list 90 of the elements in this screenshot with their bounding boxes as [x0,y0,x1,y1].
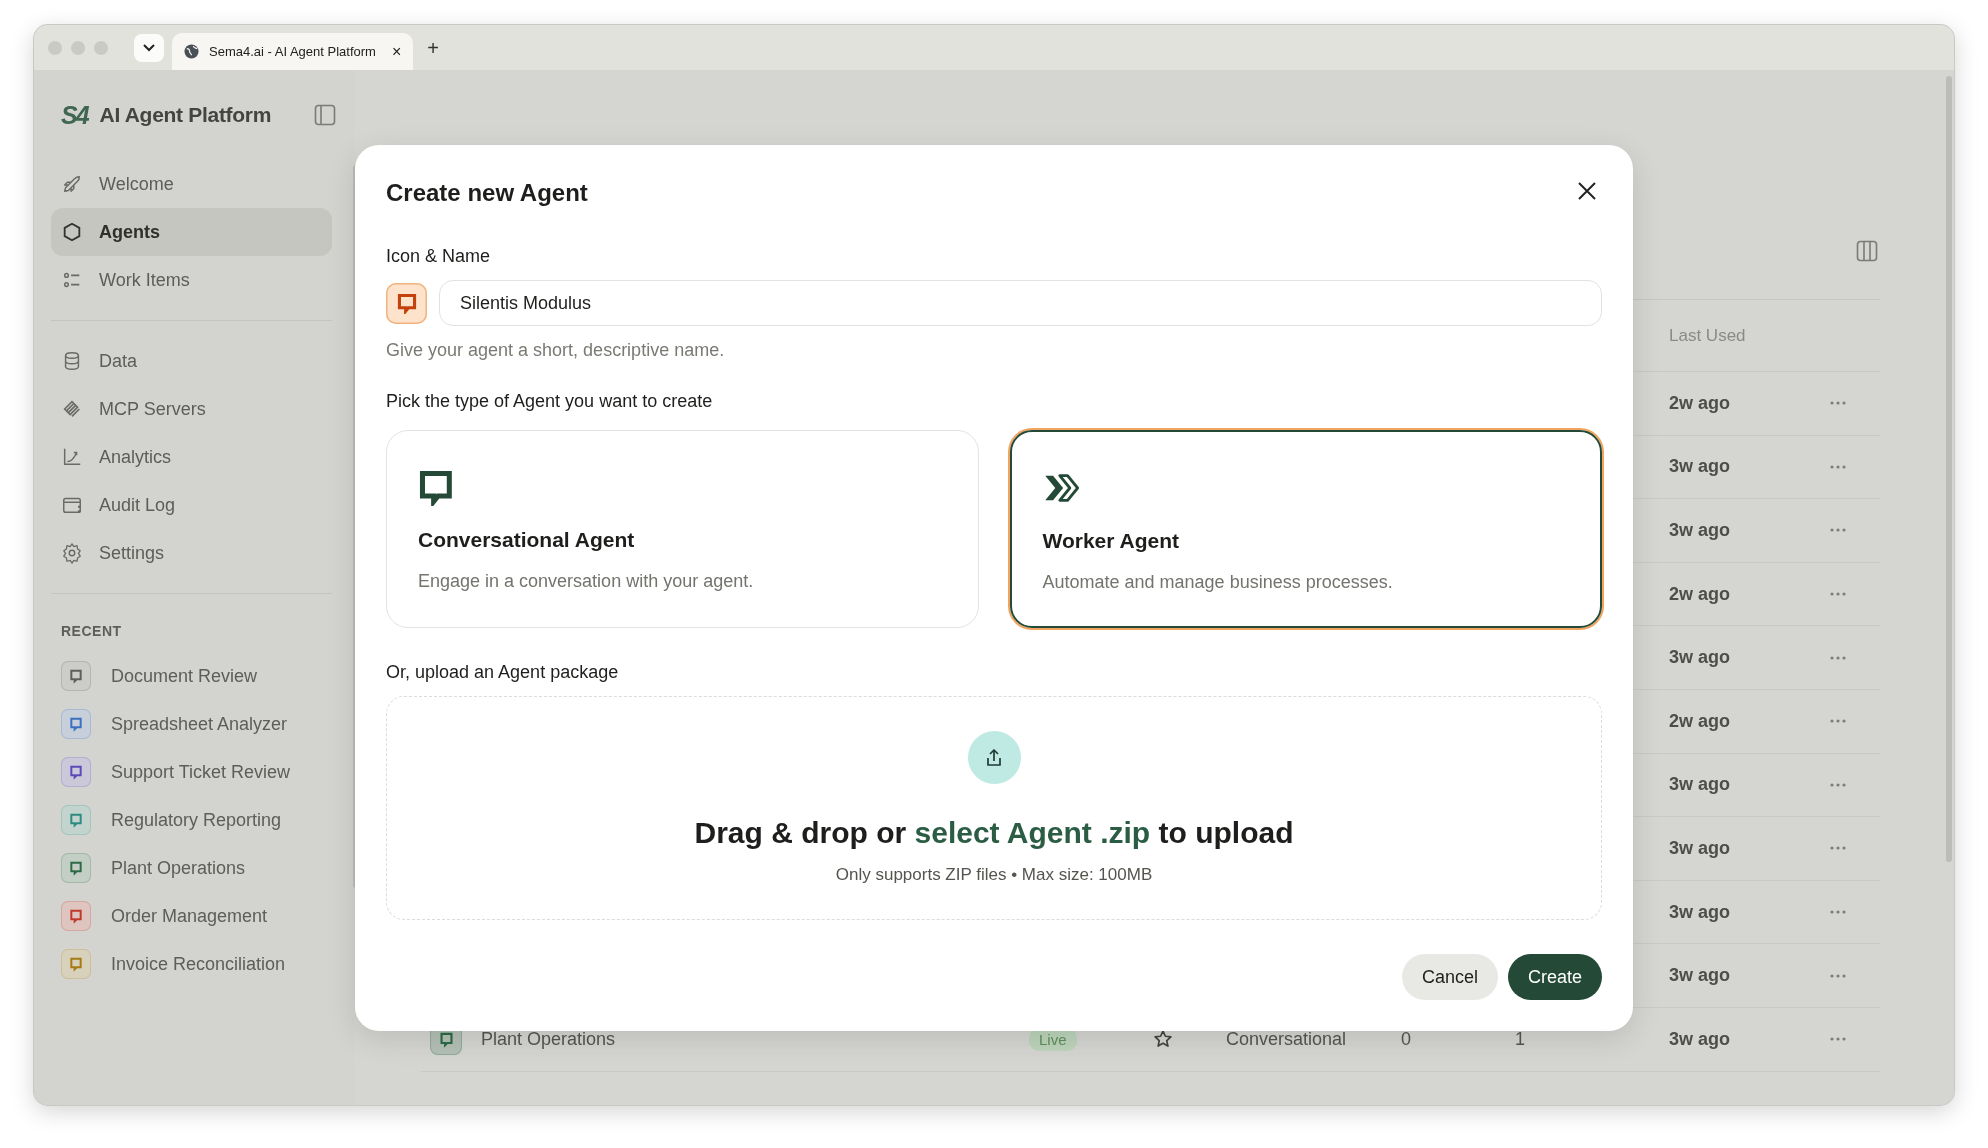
more-icon[interactable] [1830,528,1846,533]
table-cell-text: 3w ago [1669,965,1731,987]
more-icon[interactable] [1830,846,1846,851]
nav-item[interactable]: Data [51,337,332,385]
globe-icon [184,44,199,59]
logo: S4 [61,100,88,130]
table-cell-text: 3w ago [1669,520,1731,541]
agent-icon [61,901,91,931]
more-icon[interactable] [1830,655,1846,660]
tab-title: Sema4.ai - AI Agent Platform [209,44,376,59]
agent-icon [61,709,91,739]
nav-item[interactable]: Welcome [51,160,332,208]
column-header: Last Used [1669,325,1747,346]
recent-agent-item[interactable]: Plant Operations [51,844,332,892]
card-title: Conversational Agent [418,527,636,553]
nav-item[interactable]: Analytics [51,433,332,481]
select-file-link[interactable]: select Agent .zip [914,816,1151,849]
scrollbar-thumb[interactable] [1946,76,1952,862]
agent-type-card[interactable]: Conversational Agent Engage in a conversation with your agent. [386,430,979,628]
table-cell-text: 3w ago [1669,837,1731,859]
chat-bubble-icon [395,292,418,314]
agent-icon [61,661,91,691]
section-heading: RECENT [60,622,123,641]
cancel-button[interactable]: Cancel [1401,954,1498,1000]
agent-icon [61,805,91,835]
agent-icon [61,757,91,787]
nav-item[interactable]: Agents [51,208,332,256]
table-cell-text: 3w ago [1669,456,1731,478]
helper-text: Give your agent a short, descriptive name. [386,339,726,362]
upload-instructions: Drag & drop or select Agent .zip to upload [694,815,1294,851]
field-label: Or, upload an Agent package [386,661,620,684]
tab-close-button[interactable]: × [391,43,402,60]
name-input[interactable]: Silentis Modulus [439,280,1602,326]
hexagon-icon [61,221,83,243]
recent-agent-item[interactable]: Order Management [51,892,332,940]
nav-item[interactable]: Settings [51,529,332,577]
agent-icon [61,949,91,979]
create-button[interactable]: Create [1507,954,1602,1000]
table-cell-text: 0 [1401,1028,1412,1050]
agent-icon-picker[interactable] [386,282,427,324]
upload-icon [967,731,1021,784]
field-label: Pick the type of Agent you want to create [386,390,714,413]
browser-tab[interactable]: Sema4.ai - AI Agent Platform × [172,33,414,70]
sidebar-toggle-icon[interactable] [314,104,336,126]
recent-agent-item[interactable]: Regulatory Reporting [51,796,332,844]
new-tab-button[interactable]: + [427,37,439,58]
more-icon[interactable] [1830,401,1846,406]
more-icon[interactable] [1830,973,1846,978]
table-cell-text: 3w ago [1669,774,1731,796]
star-icon[interactable] [1153,1029,1173,1050]
agent-icon [61,853,91,883]
settings-icon [61,542,83,564]
table-cell-text: 3w ago [1669,1028,1731,1050]
more-icon[interactable] [1830,1037,1846,1042]
table-cell-text: Plant Operations [481,1028,617,1050]
nav-item[interactable]: Audit Log [51,481,332,529]
upload-note: Only supports ZIP files • Max size: 100MB [835,864,1153,886]
card-description: Automate and manage business processes. [1042,571,1394,594]
table-cell-text: 2w ago [1669,583,1731,605]
card-description: Engage in a conversation with your agent. [418,570,755,593]
more-icon[interactable] [1830,910,1846,915]
table-cell-text: 3w ago [1669,647,1731,669]
nav-item[interactable]: MCP Servers [51,385,332,433]
columns-icon[interactable] [1856,240,1878,262]
more-icon[interactable] [1830,719,1846,724]
recent-agent-item[interactable]: Spreadsheet Analyzer [51,700,332,748]
more-icon[interactable] [1830,782,1846,787]
plug-icon [61,398,83,420]
recent-agent-item[interactable]: Invoice Reconciliation [51,940,332,988]
table-cell-text: 1 [1515,1028,1526,1050]
more-icon[interactable] [1830,592,1846,597]
tab-list-button[interactable] [134,33,164,62]
rocket-icon [61,173,83,195]
app-title: AI Agent Platform [99,103,272,127]
table-cell-text: 2w ago [1669,710,1731,732]
upload-dropzone[interactable]: Drag & drop or select Agent .zip to upload Only supports ZIP files • Max size: 100MB [386,696,1602,920]
more-icon[interactable] [1830,464,1846,469]
agent-type-card[interactable]: Worker Agent Automate and manage business processes. [1009,430,1602,628]
card-title: Worker Agent [1042,528,1181,554]
table-cell-text: 2w ago [1669,392,1731,414]
chevron-down-icon [143,43,155,52]
table-cell-text: Conversational [1226,1028,1348,1050]
recent-agent-item[interactable]: Support Ticket Review [51,748,332,796]
recent-agent-item[interactable]: Document Review [51,652,332,700]
dialog-title: Create new Agent [386,178,588,208]
field-label: Icon & Name [386,245,492,268]
close-icon [1577,181,1597,201]
table-cell-text: 3w ago [1669,901,1731,923]
chart-icon [61,446,83,468]
nav-item[interactable]: Work Items [51,256,332,304]
